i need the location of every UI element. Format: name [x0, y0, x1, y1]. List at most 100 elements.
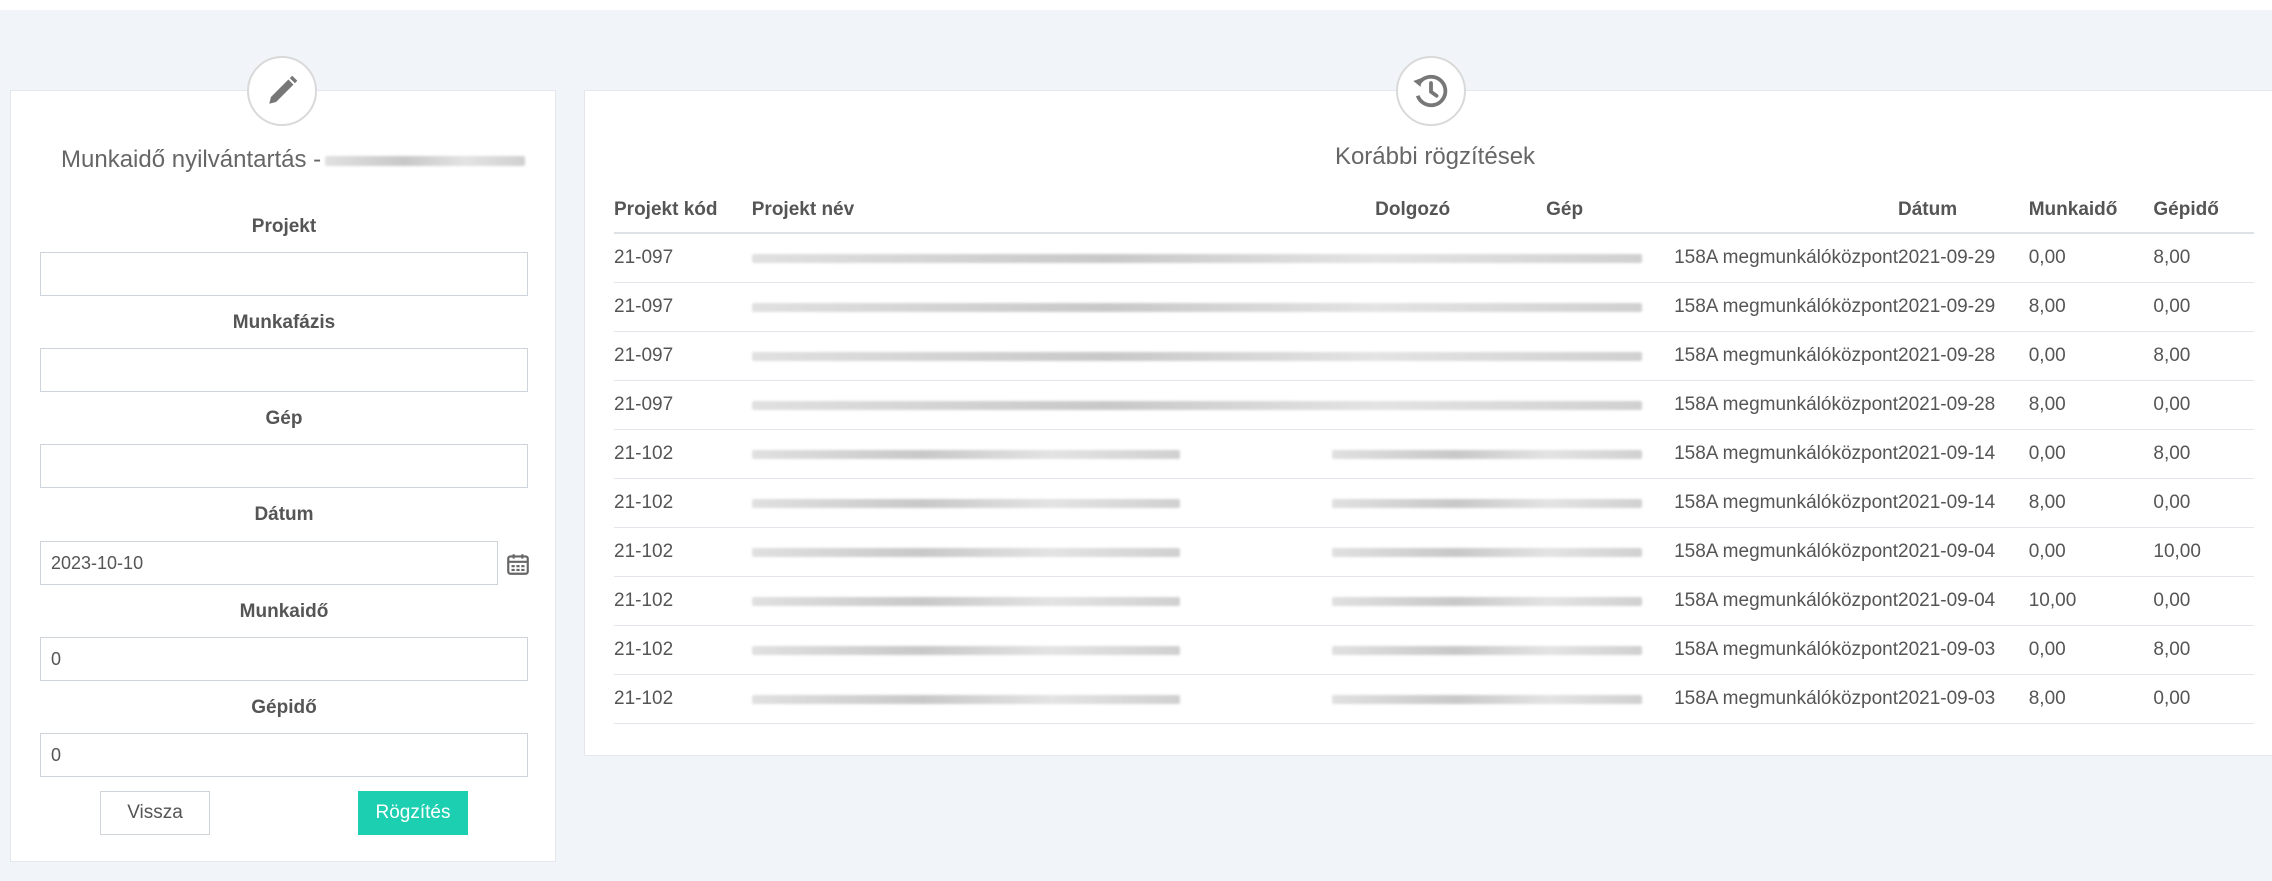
redacted-project-employee: 158A megmunkálóközpont [751, 283, 1899, 331]
cell-project-code: 21-102 [614, 478, 752, 528]
date-input[interactable] [40, 541, 498, 585]
cell-machine: 158A megmunkálóközpont [1674, 296, 1899, 317]
redacted-project-employee: 158A megmunkálóközpont [751, 381, 1898, 429]
cell-date: 2021-09-28 [1898, 380, 2029, 430]
redacted-project-employee: 158A megmunkálóközpont [751, 528, 1899, 576]
table-row[interactable]: 21-102 158A megmunkálóközpont 2021-09-14 8,… [614, 478, 2254, 528]
project-input[interactable] [40, 252, 528, 296]
cell-date: 2021-09-28 [1898, 331, 2029, 381]
cell-project-name: 158A megmunkálóközpont [751, 380, 1899, 430]
table-row[interactable]: 21-102 158A megmunkálóközpont 2021-09-03 8,… [614, 674, 2254, 724]
work-time-input[interactable] [40, 637, 528, 681]
cell-project-name: 158A megmunkálóközpont [751, 576, 1899, 626]
col-employee[interactable]: Dolgozó [1375, 187, 1547, 234]
redacted-project-employee: 158A megmunkálóközpont [751, 626, 1899, 674]
cell-machine-time: 0,00 [2153, 576, 2254, 626]
cell-machine-time: 8,00 [2153, 233, 2254, 283]
cell-project-code: 21-097 [614, 380, 752, 430]
work-time-label: Munkaidő [239, 601, 329, 622]
cell-project-name: 158A megmunkálóközpont [751, 478, 1899, 528]
col-project-name[interactable]: Projekt név [751, 187, 1376, 234]
redacted-project-employee: 158A megmunkálóközpont [751, 675, 1899, 723]
redacted-bar [1331, 548, 1642, 557]
redacted-project-employee: 158A megmunkálóközpont [751, 577, 1898, 625]
cell-project-code: 21-097 [614, 331, 752, 381]
cell-machine-time: 8,00 [2153, 625, 2254, 675]
redacted-bar [1331, 597, 1642, 606]
cell-machine: 158A megmunkálóközpont [1674, 541, 1899, 562]
work-phase-input[interactable] [40, 348, 528, 392]
cell-machine-time: 0,00 [2153, 380, 2254, 430]
cell-machine: 158A megmunkálóközpont [1674, 688, 1899, 709]
redacted-bar [751, 695, 1180, 704]
cell-date: 2021-09-04 [1898, 527, 2029, 577]
cell-machine: 158A megmunkálóközpont [1674, 443, 1899, 464]
machine-time-input[interactable] [40, 733, 528, 777]
table-row[interactable]: 21-097 158A megmunkálóközpont 2021-09-29 8,… [614, 282, 2254, 332]
redacted-project-employee: 158A megmunkálóközpont [751, 430, 1899, 478]
redacted-bar [751, 254, 1642, 263]
redacted-bar [751, 352, 1642, 361]
redacted-project-employee: 158A megmunkálóközpont [751, 332, 1898, 380]
table-row[interactable]: 21-102 158A megmunkálóközpont 2021-09-04 10… [614, 576, 2254, 626]
redacted-bar [1331, 695, 1642, 704]
cell-machine: 158A megmunkálóközpont [1674, 247, 1899, 268]
cell-date: 2021-09-03 [1898, 674, 2029, 724]
pencil-icon-badge [247, 56, 317, 126]
table-row[interactable]: 21-102 158A megmunkálóközpont 2021-09-04 0,… [614, 527, 2254, 577]
cell-work-time: 8,00 [2028, 674, 2154, 724]
timesheet-form-card: Munkaidő nyilvántartás - Projekt Munkafá… [10, 90, 556, 862]
table-row[interactable]: 21-097 158A megmunkálóközpont 2021-09-28 8,… [614, 380, 2254, 430]
cell-date: 2021-09-04 [1898, 576, 2029, 626]
col-work-time[interactable]: Munkaidő [2028, 187, 2154, 234]
machine-input[interactable] [40, 444, 528, 488]
cell-project-name: 158A megmunkálóközpont [751, 233, 1899, 283]
cell-project-code: 21-102 [614, 576, 752, 626]
back-button[interactable]: Vissza [100, 791, 210, 835]
redacted-bar [751, 597, 1180, 606]
calendar-icon[interactable] [505, 551, 531, 577]
cell-date: 2021-09-14 [1898, 429, 2029, 479]
redacted-bar [751, 646, 1180, 655]
redacted-project-employee: 158A megmunkálóközpont [751, 234, 1899, 282]
machine-time-label: Gépidő [251, 697, 317, 718]
cell-machine: 158A megmunkálóközpont [1674, 492, 1899, 513]
cell-work-time: 8,00 [2028, 478, 2154, 528]
col-project-code[interactable]: Projekt kód [614, 187, 752, 234]
top-strip [0, 0, 2272, 10]
cell-project-name: 158A megmunkálóközpont [751, 527, 1899, 577]
cell-machine-time: 0,00 [2153, 478, 2254, 528]
save-button[interactable]: Rögzítés [358, 791, 468, 835]
cell-project-name: 158A megmunkálóközpont [751, 674, 1899, 724]
cell-project-code: 21-097 [614, 233, 752, 283]
cell-work-time: 0,00 [2028, 527, 2154, 577]
cell-date: 2021-09-29 [1898, 233, 2029, 283]
table-row[interactable]: 21-102 158A megmunkálóközpont 2021-09-14 0,… [614, 429, 2254, 479]
form-title: Munkaidő nyilvántartás - [61, 146, 526, 174]
col-machine-time[interactable]: Gépidő [2153, 187, 2254, 234]
col-machine[interactable]: Gép [1546, 187, 1899, 234]
table-row[interactable]: 21-102 158A megmunkálóközpont 2021-09-03 0,… [614, 625, 2254, 675]
redacted-bar [1331, 499, 1642, 508]
redacted-bar [751, 499, 1180, 508]
cell-date: 2021-09-03 [1898, 625, 2029, 675]
cell-project-code: 21-102 [614, 527, 752, 577]
form-title-text: Munkaidő nyilvántartás - [61, 146, 322, 173]
cell-project-name: 158A megmunkálóközpont [751, 331, 1899, 381]
table-row[interactable]: 21-097 158A megmunkálóközpont 2021-09-28 0,… [614, 331, 2254, 381]
cell-work-time: 8,00 [2028, 282, 2154, 332]
table-row[interactable]: 21-097 158A megmunkálóközpont 2021-09-29 0,… [614, 233, 2254, 283]
cell-project-name: 158A megmunkálóközpont [751, 282, 1899, 332]
history-icon-badge [1396, 56, 1466, 126]
redacted-name [325, 155, 526, 166]
cell-work-time: 0,00 [2028, 331, 2154, 381]
redacted-bar [751, 548, 1180, 557]
redacted-bar [751, 303, 1642, 312]
cell-project-code: 21-102 [614, 625, 752, 675]
redacted-bar [1331, 646, 1642, 655]
pencil-icon [269, 75, 298, 104]
cell-machine: 158A megmunkálóközpont [1674, 639, 1899, 660]
project-label: Projekt [251, 216, 317, 237]
cell-machine-time: 10,00 [2153, 527, 2254, 577]
col-date[interactable]: Dátum [1898, 187, 2029, 234]
